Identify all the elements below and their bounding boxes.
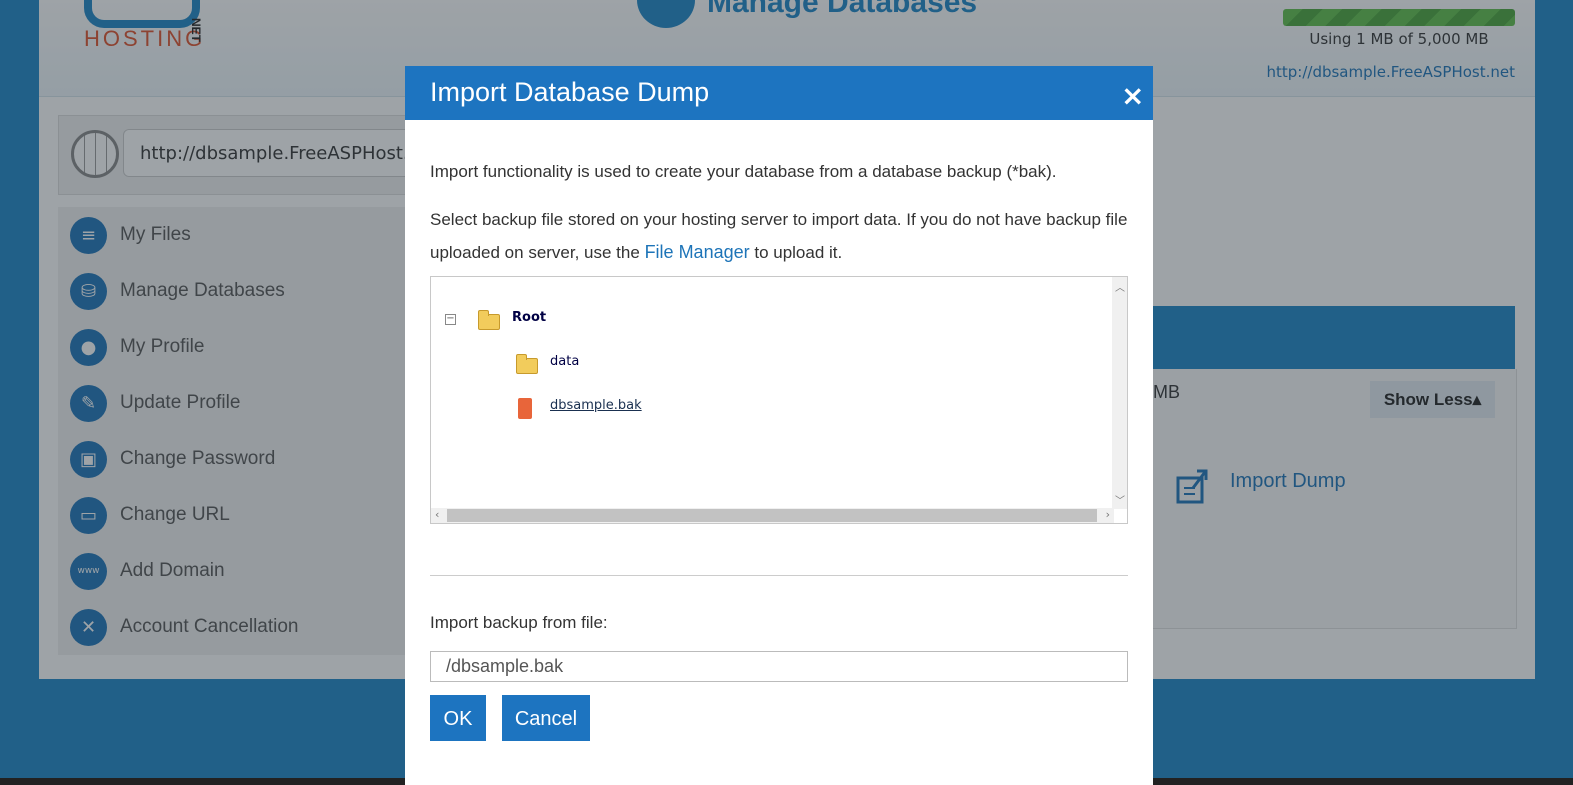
tree-horizontal-scrollbar[interactable]: ‹ ›	[431, 508, 1114, 523]
import-description: Import functionality is used to create y…	[430, 162, 1057, 181]
import-file-input[interactable]: /dbsample.bak	[430, 651, 1128, 682]
tree-node-data[interactable]: data	[550, 354, 579, 369]
tree-node-root[interactable]: Root	[512, 310, 546, 325]
collapse-toggle-icon[interactable]: −	[445, 314, 456, 325]
scroll-left-icon[interactable]: ‹	[435, 508, 439, 521]
dialog-title: Import Database Dump	[430, 77, 710, 107]
scroll-thumb[interactable]	[447, 509, 1097, 522]
instructions-text-end: to upload it.	[754, 243, 843, 262]
backup-file-icon	[518, 398, 532, 419]
scroll-right-icon[interactable]: ›	[1106, 508, 1110, 521]
import-file-label: Import backup from file:	[430, 613, 608, 632]
file-tree: − Root data dbsample.bak ︿ ﹀ ‹ ›	[430, 276, 1128, 524]
close-icon[interactable]: ×	[1121, 82, 1144, 110]
import-dialog: Import Database Dump × Import functional…	[405, 66, 1153, 785]
cancel-button[interactable]: Cancel	[502, 695, 590, 741]
file-manager-link[interactable]: File Manager	[645, 242, 750, 262]
scroll-up-icon[interactable]: ︿	[1115, 279, 1125, 294]
dialog-header: Import Database Dump ×	[405, 66, 1153, 120]
divider	[430, 575, 1128, 576]
import-instructions: Select backup file stored on your hostin…	[430, 204, 1130, 269]
scroll-down-icon[interactable]: ﹀	[1115, 492, 1125, 507]
folder-icon	[516, 354, 538, 374]
tree-node-dbsample-bak[interactable]: dbsample.bak	[550, 398, 642, 413]
folder-icon	[478, 310, 500, 330]
ok-button[interactable]: OK	[430, 695, 486, 741]
tree-vertical-scrollbar[interactable]: ︿ ﹀	[1112, 277, 1127, 509]
